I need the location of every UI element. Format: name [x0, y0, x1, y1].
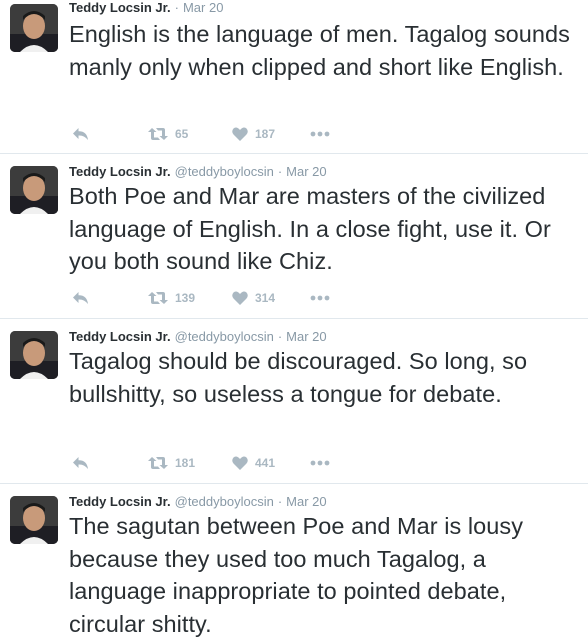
- more-button[interactable]: [310, 454, 330, 472]
- heart-icon: [232, 127, 248, 141]
- heart-icon: [232, 456, 248, 470]
- avatar-photo: [10, 4, 58, 52]
- tweet-header: Teddy Locsin Jr. @teddyboylocsin · Mar 20: [69, 164, 327, 180]
- like-button[interactable]: 187: [232, 125, 275, 143]
- like-button[interactable]: 314: [232, 289, 275, 307]
- retweet-button[interactable]: 139: [148, 289, 195, 307]
- more-icon: [310, 295, 330, 301]
- tweet-text: The sagutan between Poe and Mar is lousy…: [69, 513, 523, 637]
- retweet-count: 65: [175, 127, 189, 141]
- retweet-icon: [148, 292, 168, 304]
- tweet-actions: 139 314: [72, 289, 372, 307]
- tweet-header: Teddy Locsin Jr. @teddyboylocsin · Mar 20: [69, 329, 327, 345]
- more-button[interactable]: [310, 289, 330, 307]
- tweet[interactable]: Teddy Locsin Jr. @teddyboylocsin · Mar 20 T…: [0, 484, 588, 639]
- like-count: 314: [255, 291, 276, 305]
- avatar[interactable]: [10, 166, 58, 214]
- avatar-photo: [10, 166, 58, 214]
- like-count: 187: [255, 127, 276, 141]
- reply-icon: [73, 457, 88, 469]
- retweet-icon: [148, 128, 168, 140]
- retweet-count: 181: [175, 456, 196, 470]
- reply-button[interactable]: [72, 289, 89, 307]
- timestamp[interactable]: Mar 20: [286, 494, 326, 509]
- like-button[interactable]: 441: [232, 454, 275, 472]
- retweet-icon: [148, 457, 168, 469]
- tweet-header: Teddy Locsin Jr. · Mar 20: [69, 0, 223, 16]
- reply-button[interactable]: [72, 454, 89, 472]
- reply-icon: [73, 128, 88, 140]
- avatar-photo: [10, 496, 58, 544]
- tweet-text: Tagalog should be discouraged. So long, …: [69, 348, 528, 407]
- reply-icon: [73, 292, 88, 304]
- heart-icon: [232, 291, 248, 305]
- tweet-header: Teddy Locsin Jr. @teddyboylocsin · Mar 20: [69, 494, 327, 510]
- tweet-timeline: Teddy Locsin Jr. · Mar 20 English is the l…: [0, 0, 588, 639]
- separator: ·: [174, 0, 179, 15]
- retweet-button[interactable]: 65: [148, 125, 188, 143]
- tweet[interactable]: Teddy Locsin Jr. @teddyboylocsin · Mar 20 T…: [0, 319, 588, 484]
- author-name[interactable]: Teddy Locsin Jr.: [69, 329, 171, 344]
- separator: ·: [277, 494, 283, 509]
- reply-button[interactable]: [72, 125, 89, 143]
- more-icon: [310, 460, 330, 466]
- tweet-text: English is the language of men. Tagalog …: [69, 21, 570, 80]
- tweet-actions: 181 441: [72, 454, 372, 472]
- like-count: 441: [255, 456, 276, 470]
- avatar[interactable]: [10, 4, 58, 52]
- timestamp[interactable]: Mar 20: [286, 329, 326, 344]
- author-handle[interactable]: @teddyboylocsin: [175, 329, 274, 344]
- author-handle[interactable]: @teddyboylocsin: [175, 164, 274, 179]
- author-handle[interactable]: @teddyboylocsin: [175, 494, 274, 509]
- tweet[interactable]: Teddy Locsin Jr. @teddyboylocsin · Mar 20 B…: [0, 154, 588, 319]
- author-name[interactable]: Teddy Locsin Jr.: [69, 0, 171, 15]
- tweet-actions: 65 187: [72, 125, 372, 143]
- avatar-photo: [10, 331, 58, 379]
- separator: ·: [277, 164, 283, 179]
- more-button[interactable]: [310, 125, 330, 143]
- author-name[interactable]: Teddy Locsin Jr.: [69, 494, 171, 509]
- retweet-button[interactable]: 181: [148, 454, 195, 472]
- separator: ·: [277, 329, 283, 344]
- more-icon: [310, 131, 330, 137]
- tweet-text: Both Poe and Mar are masters of the civi…: [69, 183, 551, 274]
- retweet-count: 139: [175, 291, 196, 305]
- avatar[interactable]: [10, 331, 58, 379]
- avatar[interactable]: [10, 496, 58, 544]
- tweet[interactable]: Teddy Locsin Jr. · Mar 20 English is the l…: [0, 0, 588, 154]
- timestamp[interactable]: Mar 20: [183, 0, 223, 15]
- timestamp[interactable]: Mar 20: [286, 164, 326, 179]
- author-name[interactable]: Teddy Locsin Jr.: [69, 164, 171, 179]
